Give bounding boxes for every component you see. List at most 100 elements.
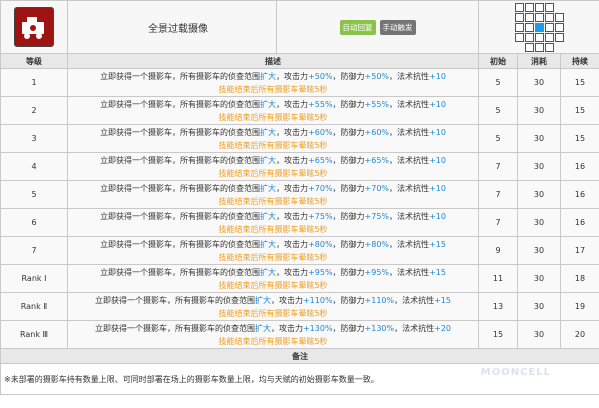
description-line1: 立即获得一个摄影车，所有摄影车的侦查范围扩大，攻击力+80%，防御力+80%，法… <box>68 238 478 251</box>
range-cell <box>524 42 534 52</box>
range-cell <box>544 2 554 12</box>
duration-cell: 16 <box>559 152 599 181</box>
desc-text: ，法术抗性 <box>389 183 430 193</box>
range-cell <box>544 32 554 42</box>
desc-text: 立即获得一个摄影车，所有摄影车的侦查范围 <box>100 239 261 249</box>
description-line2: 技能结束后所有摄影车晕眩5秒 <box>218 308 328 318</box>
desc-text: ，攻击力 <box>276 267 309 277</box>
def-bonus: +95% <box>364 267 390 277</box>
sp-cost-cell: 30 <box>517 180 561 209</box>
sp-cost-cell: 30 <box>517 264 561 293</box>
range-cell <box>514 22 524 32</box>
notes-header-row: 备注 <box>0 348 599 364</box>
description-line2: 技能结束后所有摄影车晕眩5秒 <box>218 196 328 206</box>
desc-text: ，法术抗性 <box>389 155 430 165</box>
desc-text: 立即获得一个摄影车，所有摄影车的侦查范围 <box>100 183 261 193</box>
desc-text: ，攻击力 <box>270 323 303 333</box>
description-line1: 立即获得一个摄影车，所有摄影车的侦查范围扩大，攻击力+110%，防御力+110%… <box>68 294 478 307</box>
atk-bonus: +80% <box>308 239 333 249</box>
desc-range-keyword: 扩大 <box>260 99 277 109</box>
level-cell: 4 <box>0 152 68 181</box>
desc-text: ，法术抗性 <box>394 323 435 333</box>
level-cell: 6 <box>0 208 68 237</box>
sp-cost-cell: 30 <box>517 96 561 125</box>
col-initial-sp: 初始 <box>478 53 518 69</box>
activation-tag: 手动触发 <box>379 19 416 35</box>
res-bonus: +10 <box>429 127 446 137</box>
table-row: 7 立即获得一个摄影车，所有摄影车的侦查范围扩大，攻击力+80%，防御力+80%，… <box>0 236 599 265</box>
res-bonus: +15 <box>434 295 452 305</box>
atk-bonus: +130% <box>302 323 333 333</box>
description-line1: 立即获得一个摄影车，所有摄影车的侦查范围扩大，攻击力+50%，防御力+50%，法… <box>68 70 478 83</box>
initial-sp-cell: 9 <box>478 236 518 265</box>
table-row: 6 立即获得一个摄影车，所有摄影车的侦查范围扩大，攻击力+75%，防御力+75%，… <box>0 208 599 237</box>
desc-text: ，法术抗性 <box>389 211 430 221</box>
description-cell: 立即获得一个摄影车，所有摄影车的侦查范围扩大，攻击力+75%，防御力+75%，法… <box>67 208 479 237</box>
range-cell-self <box>534 22 544 32</box>
duration-cell: 15 <box>559 124 599 153</box>
desc-text: ，攻击力 <box>276 127 309 137</box>
res-bonus: +15 <box>429 239 446 249</box>
desc-range-keyword: 扩大 <box>260 71 277 81</box>
description-line1: 立即获得一个摄影车，所有摄影车的侦查范围扩大，攻击力+130%，防御力+130%… <box>68 322 478 335</box>
description-cell: 立即获得一个摄影车，所有摄影车的侦查范围扩大，攻击力+70%，防御力+70%，法… <box>67 180 479 209</box>
desc-text: ，攻击力 <box>276 99 309 109</box>
table-row: 1 立即获得一个摄影车，所有摄影车的侦查范围扩大，攻击力+50%，防御力+50%，… <box>0 68 599 97</box>
desc-text: ，防御力 <box>332 71 365 81</box>
def-bonus: +65% <box>364 155 390 165</box>
desc-text: 立即获得一个摄影车，所有摄影车的侦查范围 <box>94 323 255 333</box>
skill-header-row: 全景过载摄像 自动回复 手动触发 <box>0 0 599 54</box>
initial-sp-cell: 5 <box>478 68 518 97</box>
range-cell <box>524 12 534 22</box>
skill-icon <box>14 7 54 47</box>
sp-recovery-tag: 自动回复 <box>339 19 376 35</box>
level-cell: 5 <box>0 180 68 209</box>
range-cell <box>514 12 524 22</box>
desc-text: ，防御力 <box>332 99 365 109</box>
description-line2: 技能结束后所有摄影车晕眩5秒 <box>218 112 328 122</box>
res-bonus: +15 <box>429 267 446 277</box>
skill-table: 全景过载摄像 自动回复 手动触发 等级 描述 初始 消耗 持续 1 立即获得一个摄… <box>0 0 599 395</box>
range-cell <box>544 22 554 32</box>
atk-bonus: +70% <box>308 183 333 193</box>
level-cell: Rank Ⅲ <box>0 320 68 349</box>
table-row: 5 立即获得一个摄影车，所有摄影车的侦查范围扩大，攻击力+70%，防御力+70%，… <box>0 180 599 209</box>
description-cell: 立即获得一个摄影车，所有摄影车的侦查范围扩大，攻击力+95%，防御力+95%，法… <box>67 264 479 293</box>
duration-cell: 15 <box>559 96 599 125</box>
range-cell <box>534 42 544 52</box>
res-bonus: +10 <box>429 183 446 193</box>
table-row: 3 立即获得一个摄影车，所有摄影车的侦查范围扩大，攻击力+60%，防御力+60%，… <box>0 124 599 153</box>
column-header-row: 等级 描述 初始 消耗 持续 <box>0 53 599 69</box>
range-cell <box>524 2 534 12</box>
level-cell: Rank Ⅱ <box>0 292 68 321</box>
atk-bonus: +95% <box>308 267 333 277</box>
table-row: Rank Ⅰ 立即获得一个摄影车，所有摄影车的侦查范围扩大，攻击力+95%，防御力… <box>0 264 599 293</box>
desc-text: ，攻击力 <box>276 239 309 249</box>
level-rows: 1 立即获得一个摄影车，所有摄影车的侦查范围扩大，攻击力+50%，防御力+50%，… <box>0 68 599 349</box>
range-cell <box>534 2 544 12</box>
table-row: Rank Ⅲ 立即获得一个摄影车，所有摄影车的侦查范围扩大，攻击力+130%，防御… <box>0 320 599 349</box>
description-cell: 立即获得一个摄影车，所有摄影车的侦查范围扩大，攻击力+55%，防御力+55%，法… <box>67 96 479 125</box>
desc-text: ，攻击力 <box>276 183 309 193</box>
level-cell: Rank Ⅰ <box>0 264 68 293</box>
range-cell <box>524 22 534 32</box>
def-bonus: +60% <box>364 127 390 137</box>
desc-text: 立即获得一个摄影车，所有摄影车的侦查范围 <box>100 267 261 277</box>
desc-text: ，防御力 <box>332 155 365 165</box>
skill-name: 全景过载摄像 <box>67 0 277 54</box>
description-line2: 技能结束后所有摄影车晕眩5秒 <box>218 280 328 290</box>
desc-text: ，防御力 <box>332 239 365 249</box>
level-cell: 7 <box>0 236 68 265</box>
sp-cost-cell: 30 <box>517 236 561 265</box>
atk-bonus: +55% <box>308 99 333 109</box>
description-line1: 立即获得一个摄影车，所有摄影车的侦查范围扩大，攻击力+65%，防御力+65%，法… <box>68 154 478 167</box>
range-cell <box>524 32 534 42</box>
desc-range-keyword: 扩大 <box>254 295 271 305</box>
table-row: 2 立即获得一个摄影车，所有摄影车的侦查范围扩大，攻击力+55%，防御力+55%，… <box>0 96 599 125</box>
res-bonus: +10 <box>429 99 446 109</box>
range-cell <box>555 43 564 52</box>
desc-text: 立即获得一个摄影车，所有摄影车的侦查范围 <box>100 71 261 81</box>
atk-bonus: +50% <box>308 71 333 81</box>
description-line2: 技能结束后所有摄影车晕眩5秒 <box>218 140 328 150</box>
def-bonus: +75% <box>364 211 390 221</box>
